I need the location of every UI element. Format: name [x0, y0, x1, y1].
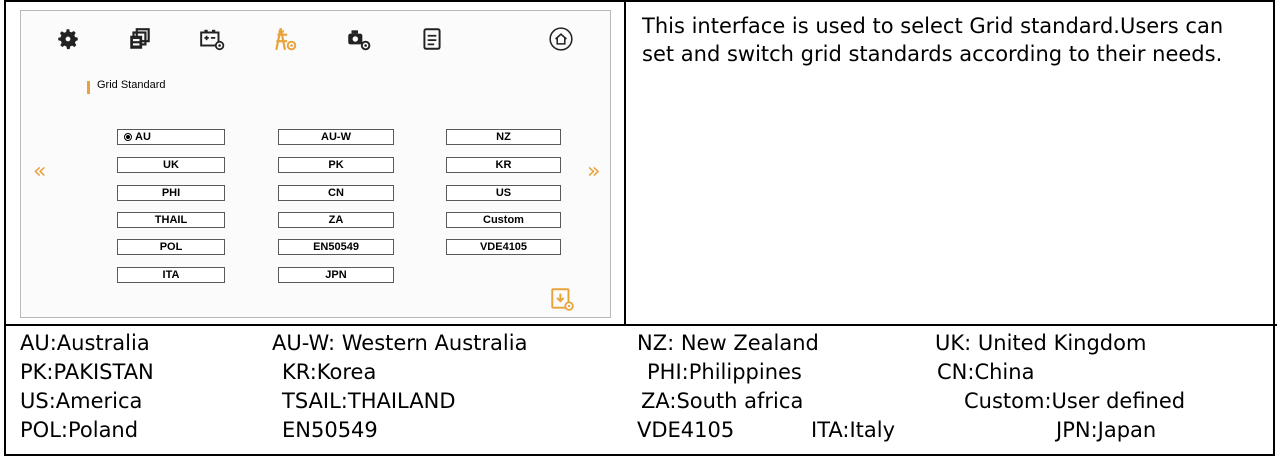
legend-item: TSAIL:THAILAND	[282, 389, 456, 413]
option-ita[interactable]: ITA	[117, 267, 225, 283]
option-kr[interactable]: KR	[446, 157, 561, 173]
legend-item: US:America	[20, 389, 143, 413]
legend-item: JPN:Japan	[1056, 418, 1157, 442]
generator-icon[interactable]	[343, 25, 373, 53]
option-za[interactable]: ZA	[278, 212, 394, 228]
gear-icon[interactable]	[53, 25, 83, 53]
legend-item: ITA:Italy	[811, 418, 896, 442]
option-pol[interactable]: POL	[117, 239, 225, 255]
document-icon[interactable]	[417, 25, 447, 53]
option-au-w[interactable]: AU-W	[278, 129, 394, 145]
prev-page-arrow[interactable]: «	[33, 161, 46, 183]
grid-standard-screen: Grid Standard AU AU-W NZ UK PK KR PHI CN…	[20, 10, 611, 318]
option-cn[interactable]: CN	[278, 185, 394, 201]
next-page-arrow[interactable]: »	[587, 161, 600, 183]
option-pk[interactable]: PK	[278, 157, 394, 173]
title-marker	[87, 81, 90, 94]
copy-settings-icon[interactable]	[125, 25, 155, 53]
option-us[interactable]: US	[446, 185, 561, 201]
option-jpn[interactable]: JPN	[278, 267, 394, 283]
option-vde4105[interactable]: VDE4105	[446, 239, 561, 255]
option-nz[interactable]: NZ	[446, 129, 561, 145]
legend-item: CN:China	[937, 360, 1035, 384]
home-icon[interactable]	[546, 25, 576, 53]
option-custom[interactable]: Custom	[446, 212, 561, 228]
battery-settings-icon[interactable]	[197, 25, 227, 53]
option-uk[interactable]: UK	[117, 157, 225, 173]
legend-item: PHI:Philippines	[647, 360, 802, 384]
grid-tower-icon[interactable]	[270, 25, 300, 53]
option-au[interactable]: AU	[117, 129, 225, 145]
column-divider	[624, 2, 626, 326]
legend-item: AU:Australia	[20, 331, 150, 355]
page-title: Grid Standard	[97, 79, 166, 91]
row-divider	[6, 324, 1277, 326]
document-table: Grid Standard AU AU-W NZ UK PK KR PHI CN…	[4, 0, 1277, 456]
legend-item: KR:Korea	[282, 360, 377, 384]
option-thail[interactable]: THAIL	[117, 212, 225, 228]
legend-item: PK:PAKISTAN	[20, 360, 154, 384]
legend-item: ZA:South africa	[641, 389, 804, 413]
legend-item: EN50549	[282, 418, 378, 442]
legend-item: AU-W: Western Australia	[272, 331, 528, 355]
legend-item: NZ: New Zealand	[637, 331, 819, 355]
legend-item: Custom:User defined	[964, 389, 1186, 413]
option-phi[interactable]: PHI	[117, 185, 225, 201]
legend-item: VDE4105	[637, 418, 735, 442]
selected-radio-icon	[124, 133, 132, 141]
option-en50549[interactable]: EN50549	[278, 239, 394, 255]
legend-item: POL:Poland	[20, 418, 139, 442]
description-text: This interface is used to select Grid st…	[642, 14, 1224, 66]
save-settings-icon[interactable]	[547, 285, 577, 313]
legend-item: UK: United Kingdom	[935, 331, 1147, 355]
